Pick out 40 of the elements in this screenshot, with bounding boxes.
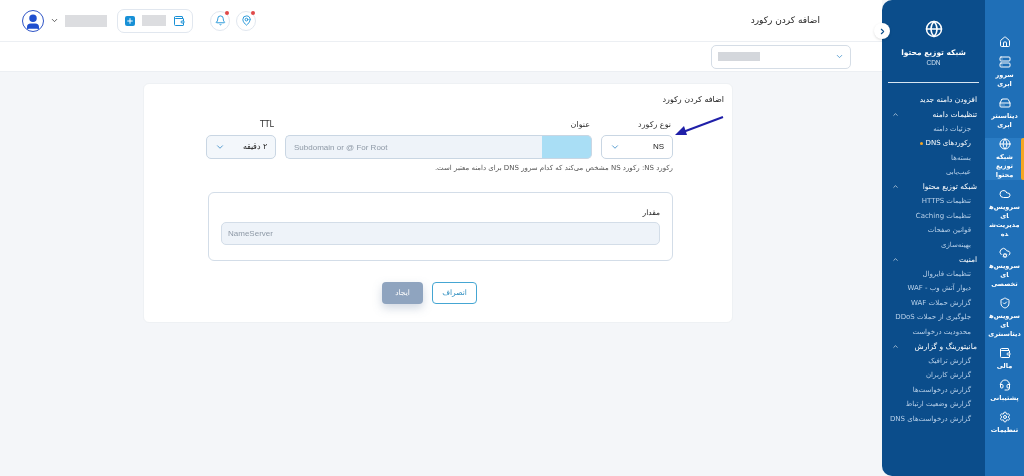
chevron-down-icon: [215, 142, 225, 152]
input-field[interactable]: NameServer: [221, 221, 660, 245]
avatar-icon[interactable]: [22, 9, 44, 32]
drive-icon: [998, 97, 1011, 109]
wallet-icon[interactable]: [173, 14, 185, 27]
globe-icon: [924, 20, 943, 38]
select-field[interactable]: NS: [601, 135, 673, 159]
location-pin-icon[interactable]: [240, 15, 252, 26]
annotation-arrow: [675, 116, 725, 138]
add-icon[interactable]: [125, 15, 135, 26]
home-icon: [998, 36, 1011, 48]
chevron-down-icon: [835, 52, 844, 61]
chevron-up-icon[interactable]: [892, 342, 899, 350]
redacted-block: [718, 52, 760, 61]
redacted-block: [142, 15, 166, 26]
card-title: اضافه کردن رکورد: [661, 94, 724, 106]
globe-icon: [998, 138, 1011, 150]
chevron-down-icon[interactable]: [50, 16, 59, 25]
settings-icon: [998, 411, 1011, 423]
select-value: ۲ دقیقه: [242, 141, 267, 153]
page-title: اضافه کردن رکورد: [750, 13, 820, 27]
chevron-up-icon[interactable]: [892, 110, 899, 118]
field-label: عنوان: [569, 119, 591, 131]
chevron-up-icon[interactable]: [892, 255, 899, 263]
bell-icon[interactable]: [214, 15, 226, 26]
chevron-up-icon[interactable]: [892, 183, 899, 191]
select-value: NS: [652, 141, 664, 153]
collapse-button[interactable]: [874, 23, 890, 39]
field-label: نوع رکورد: [637, 119, 672, 131]
redacted-block: [65, 14, 107, 27]
shield-icon: [998, 297, 1011, 309]
headset-icon: [998, 379, 1011, 391]
field-label: TTL: [258, 119, 275, 131]
cloud-gear-icon: [998, 247, 1011, 259]
cloud-icon: [998, 188, 1011, 200]
select-field[interactable]: ۲ دقیقه: [206, 135, 276, 159]
active-indicator: [1021, 138, 1024, 180]
chevron-down-icon: [610, 142, 620, 152]
wallet-icon: [998, 347, 1011, 359]
server-icon: [998, 56, 1011, 68]
